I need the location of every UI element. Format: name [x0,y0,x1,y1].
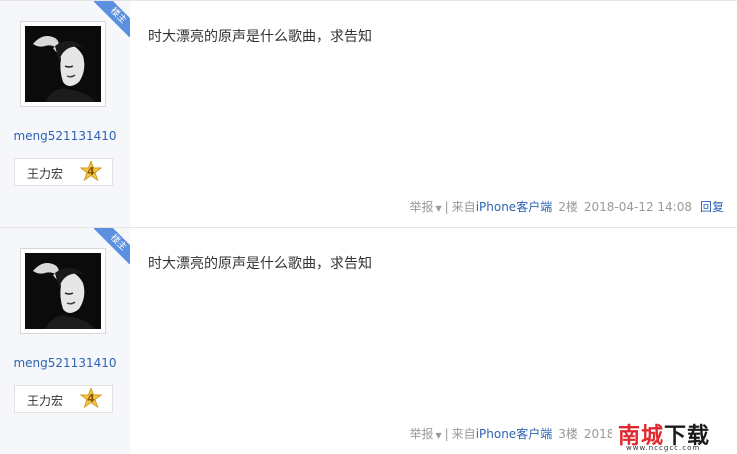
post-author-sidebar: meng521131410 王力宏 4 楼主 [0,228,130,454]
floor-number: 2楼 [558,200,578,214]
report-dropdown[interactable]: 举报 ▼ [409,427,441,441]
post-content: 时大漂亮的原声是什么歌曲，求告知 [148,256,372,272]
member-badge[interactable]: 王力宏 4 [14,158,113,186]
avatar-image[interactable] [25,253,101,329]
level-star-icon: 4 [80,161,102,183]
badge-name: 王力宏 [27,394,64,408]
username-link[interactable]: meng521131410 [0,129,130,143]
badge-level: 4 [87,392,95,405]
from-label: 来自 [451,427,476,441]
username-link[interactable]: meng521131410 [0,356,130,370]
site-watermark-logo: 南城下载 www.nccgcc.com [612,418,737,454]
from-label: 来自 [451,200,476,214]
post-content: 时大漂亮的原声是什么歌曲，求告知 [148,29,372,45]
avatar-image[interactable] [25,26,101,102]
post-meta: 举报 ▼ | 来自iPhone客户端 2楼 2018-04-12 14:08 回复 [409,198,724,215]
op-corner-tag: 楼主 [94,1,130,37]
post-date: 2018-04-12 14:08 [583,200,692,214]
client-link[interactable]: iPhone客户端 [476,200,553,214]
floor-number: 3楼 [558,427,578,441]
report-dropdown[interactable]: 举报 ▼ [409,200,441,214]
level-star-icon: 4 [80,388,102,410]
badge-level: 4 [87,165,95,178]
post-2: meng521131410 王力宏 4 楼主 时大漂亮的原声是什么歌曲，求告知 … [0,0,737,227]
member-badge[interactable]: 王力宏 4 [14,385,113,413]
post-author-sidebar: meng521131410 王力宏 4 楼主 [0,1,130,227]
op-corner-tag: 楼主 [94,228,130,264]
divider: | [444,200,449,214]
badge-name: 王力宏 [27,167,64,181]
client-link[interactable]: iPhone客户端 [476,427,553,441]
caret-down-icon: ▼ [435,204,442,213]
divider: | [444,427,449,441]
caret-down-icon: ▼ [435,431,442,440]
reply-link[interactable]: 回复 [700,200,724,214]
